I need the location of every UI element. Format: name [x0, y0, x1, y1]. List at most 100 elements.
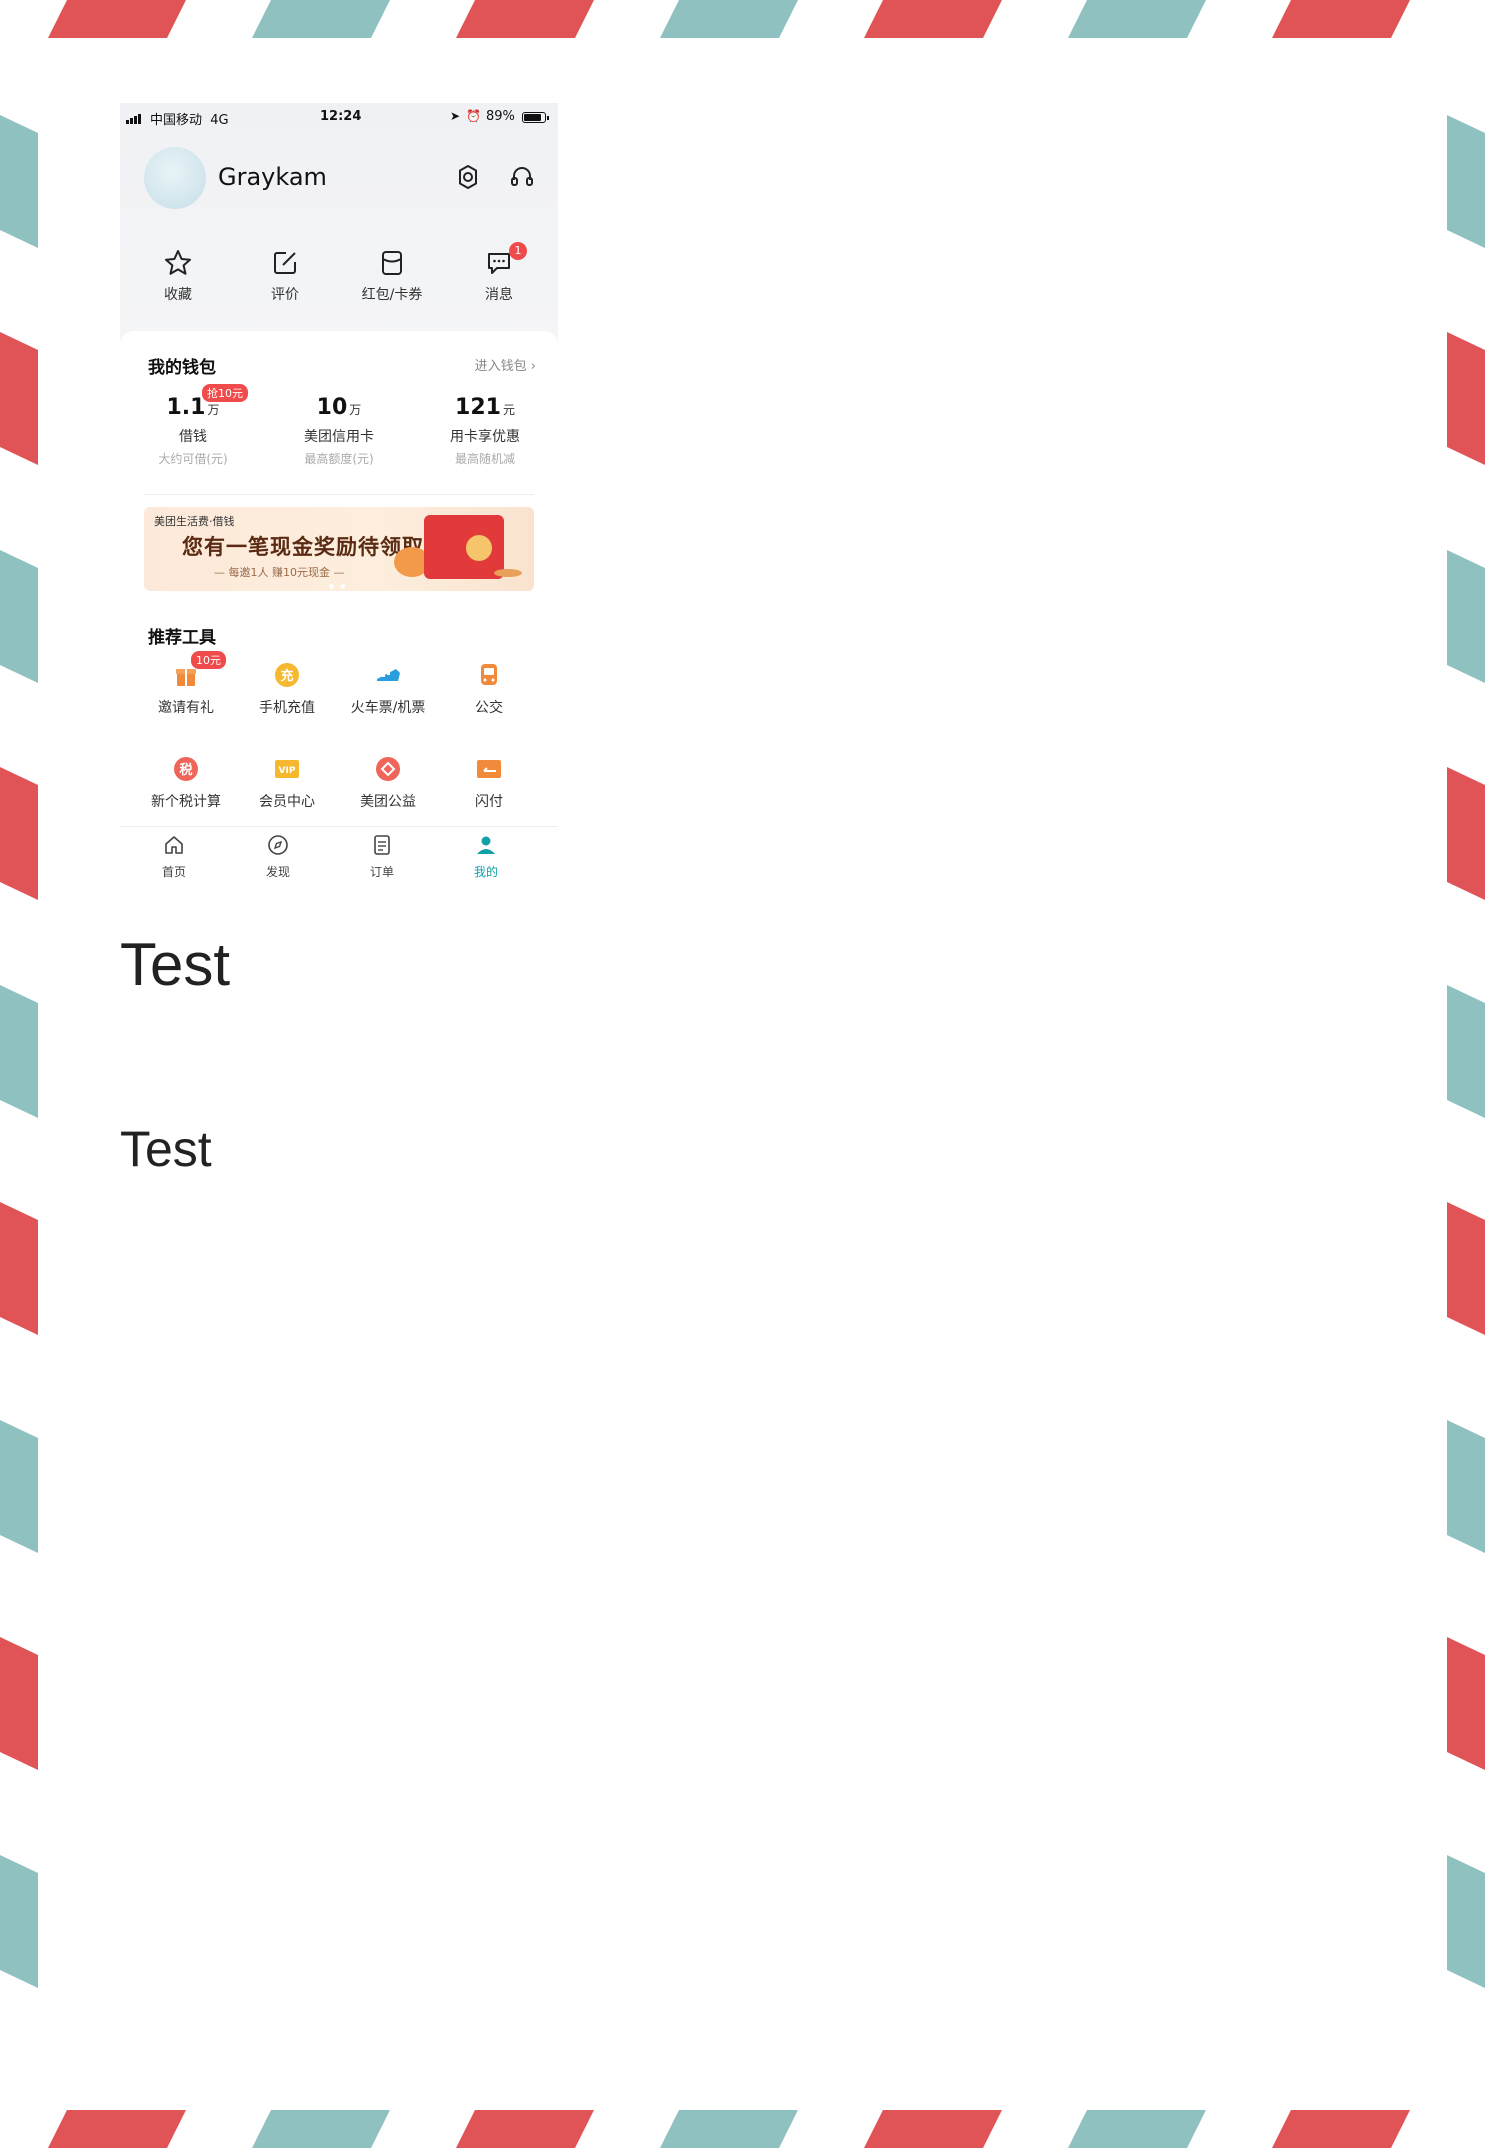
clock: 12:24 — [320, 109, 362, 124]
border-bottom-stripes — [48, 2110, 1410, 2148]
tool-invite[interactable]: 10元 邀请有礼 — [131, 651, 241, 717]
avatar[interactable] — [144, 147, 206, 209]
quick-action-label: 红包/卡券 — [361, 287, 423, 303]
red-envelope-icon — [424, 515, 504, 579]
tool-label: 火车票/机票 — [350, 700, 426, 716]
tools-title: 推荐工具 — [148, 628, 216, 648]
promo-tag: 10元 — [191, 651, 226, 669]
compass-icon — [268, 835, 288, 855]
wallet-item-credit-card[interactable]: 10 万 美团信用卡 最高额度(元) — [266, 395, 412, 467]
phone-screenshot: 中国移动 4G 12:24 ➤ ⏰ 89% Graykam 收藏 评价 红包/卡… — [120, 103, 558, 886]
quick-action-messages[interactable]: 1 消息 — [449, 242, 549, 304]
wallet-sub: 最高随机减 — [454, 452, 515, 466]
tab-label: 我的 — [473, 865, 498, 879]
tool-label: 邀请有礼 — [158, 700, 214, 716]
heading-large: Test — [120, 931, 231, 998]
wallet-sub: 大约可借(元) — [158, 452, 228, 466]
content-card: 我的钱包 进入钱包 › 抢10元 1.1 万 借钱 大约可借(元) 10 万 美团信… — [120, 331, 558, 886]
quick-actions: 收藏 评价 红包/卡券 1 消息 — [120, 242, 558, 328]
wallet-unit: 万 — [349, 403, 362, 417]
coupon-icon — [382, 251, 402, 275]
recharge-icon: 充 — [275, 663, 299, 687]
tab-label: 订单 — [369, 865, 394, 879]
banner-title: 您有一笔现金奖励待领取 — [182, 535, 424, 559]
wallet-item-card-discount[interactable]: 121 元 用卡享优惠 最高随机减 — [412, 395, 558, 467]
tool-bus[interactable]: 公交 — [434, 661, 544, 717]
svg-text:VIP: VIP — [279, 766, 296, 776]
tab-discover[interactable]: 发现 — [228, 833, 328, 880]
quickpay-icon — [477, 760, 501, 778]
battery-icon — [522, 112, 546, 123]
wallet-value: 1.1 — [166, 395, 206, 420]
tool-label: 闪付 — [475, 794, 503, 810]
username[interactable]: Graykam — [218, 163, 327, 191]
wallet-title: 我的钱包 — [148, 358, 216, 378]
status-bar: 中国移动 4G 12:24 ➤ ⏰ 89% — [120, 103, 558, 129]
tab-orders[interactable]: 订单 — [332, 833, 432, 880]
quick-action-coupons[interactable]: 红包/卡券 — [342, 248, 442, 304]
tool-vip[interactable]: VIP 会员中心 — [232, 755, 342, 811]
svg-text:税: 税 — [179, 762, 192, 778]
headset-icon[interactable] — [508, 163, 536, 191]
order-icon — [374, 835, 390, 855]
wallet-name: 美团信用卡 — [304, 429, 374, 445]
tool-quickpay[interactable]: 闪付 — [434, 755, 544, 811]
home-icon — [165, 836, 183, 854]
border-right-stripes — [1447, 115, 1485, 1988]
wallet-value: 10 — [316, 395, 348, 420]
wallet-sub: 最高额度(元) — [304, 452, 374, 466]
vip-icon: VIP — [275, 760, 299, 778]
wallet-entry-link[interactable]: 进入钱包 › — [475, 355, 536, 374]
quick-action-favorites[interactable]: 收藏 — [128, 248, 228, 304]
tool-recharge[interactable]: 充 手机充值 — [232, 661, 342, 717]
promo-tag: 抢10元 — [202, 384, 248, 402]
border-left-stripes — [0, 115, 38, 1988]
train-icon — [377, 669, 400, 681]
bottom-tab-bar: 首页 发现 订单 我的 — [120, 826, 558, 886]
tool-label: 公交 — [475, 700, 503, 716]
coin-icon — [494, 569, 522, 577]
quick-action-label: 评价 — [271, 287, 299, 303]
tool-label: 美团公益 — [360, 794, 416, 810]
quick-action-reviews[interactable]: 评价 — [235, 248, 335, 304]
tab-mine[interactable]: 我的 — [436, 833, 536, 880]
tab-label: 首页 — [161, 865, 186, 879]
tab-label: 发现 — [265, 865, 290, 879]
border-top-stripes — [48, 0, 1410, 38]
tool-tax[interactable]: 税 新个税计算 — [131, 755, 241, 811]
wallet-name: 用卡享优惠 — [450, 429, 520, 445]
heading-medium: Test — [120, 1121, 212, 1177]
wallet-item-loan[interactable]: 抢10元 1.1 万 借钱 大约可借(元) — [120, 384, 266, 467]
user-icon — [477, 836, 495, 854]
tool-charity[interactable]: 美团公益 — [333, 755, 443, 811]
tool-label: 手机充值 — [259, 700, 315, 716]
svg-text:充: 充 — [280, 668, 293, 684]
bus-icon — [481, 664, 497, 685]
alarm-icon: ⏰ — [466, 109, 481, 123]
quick-action-label: 消息 — [485, 287, 513, 303]
tool-label: 会员中心 — [259, 794, 315, 810]
banner-subtitle: — 每邀1人 赚10元现金 — — [214, 566, 345, 579]
tab-home[interactable]: 首页 — [124, 833, 224, 880]
divider — [144, 494, 534, 495]
banner-brand: 美团生活费·借钱 — [154, 515, 235, 528]
tax-icon: 税 — [174, 757, 198, 781]
wallet-unit: 元 — [502, 403, 515, 417]
wallet-name: 借钱 — [179, 429, 207, 445]
promo-banner[interactable]: 美团生活费·借钱 您有一笔现金奖励待领取 — 每邀1人 赚10元现金 — ● ● — [144, 507, 534, 591]
envelope-seal-icon — [466, 535, 492, 561]
wallet-value: 121 — [455, 395, 501, 420]
charity-icon — [376, 757, 400, 781]
tool-label: 新个税计算 — [151, 794, 221, 810]
quick-action-label: 收藏 — [164, 287, 192, 303]
location-icon: ➤ — [450, 109, 461, 123]
star-icon — [165, 250, 191, 275]
wallet-unit: 万 — [207, 403, 220, 417]
battery-tip — [547, 116, 549, 120]
carousel-dots: ● ● — [329, 583, 348, 590]
carrier-label: 中国移动 4G — [150, 113, 229, 128]
unread-badge: 1 — [509, 242, 527, 260]
tool-train-flight[interactable]: 火车票/机票 — [333, 661, 443, 717]
profile-header: Graykam — [120, 147, 558, 215]
gear-icon[interactable] — [454, 163, 482, 191]
